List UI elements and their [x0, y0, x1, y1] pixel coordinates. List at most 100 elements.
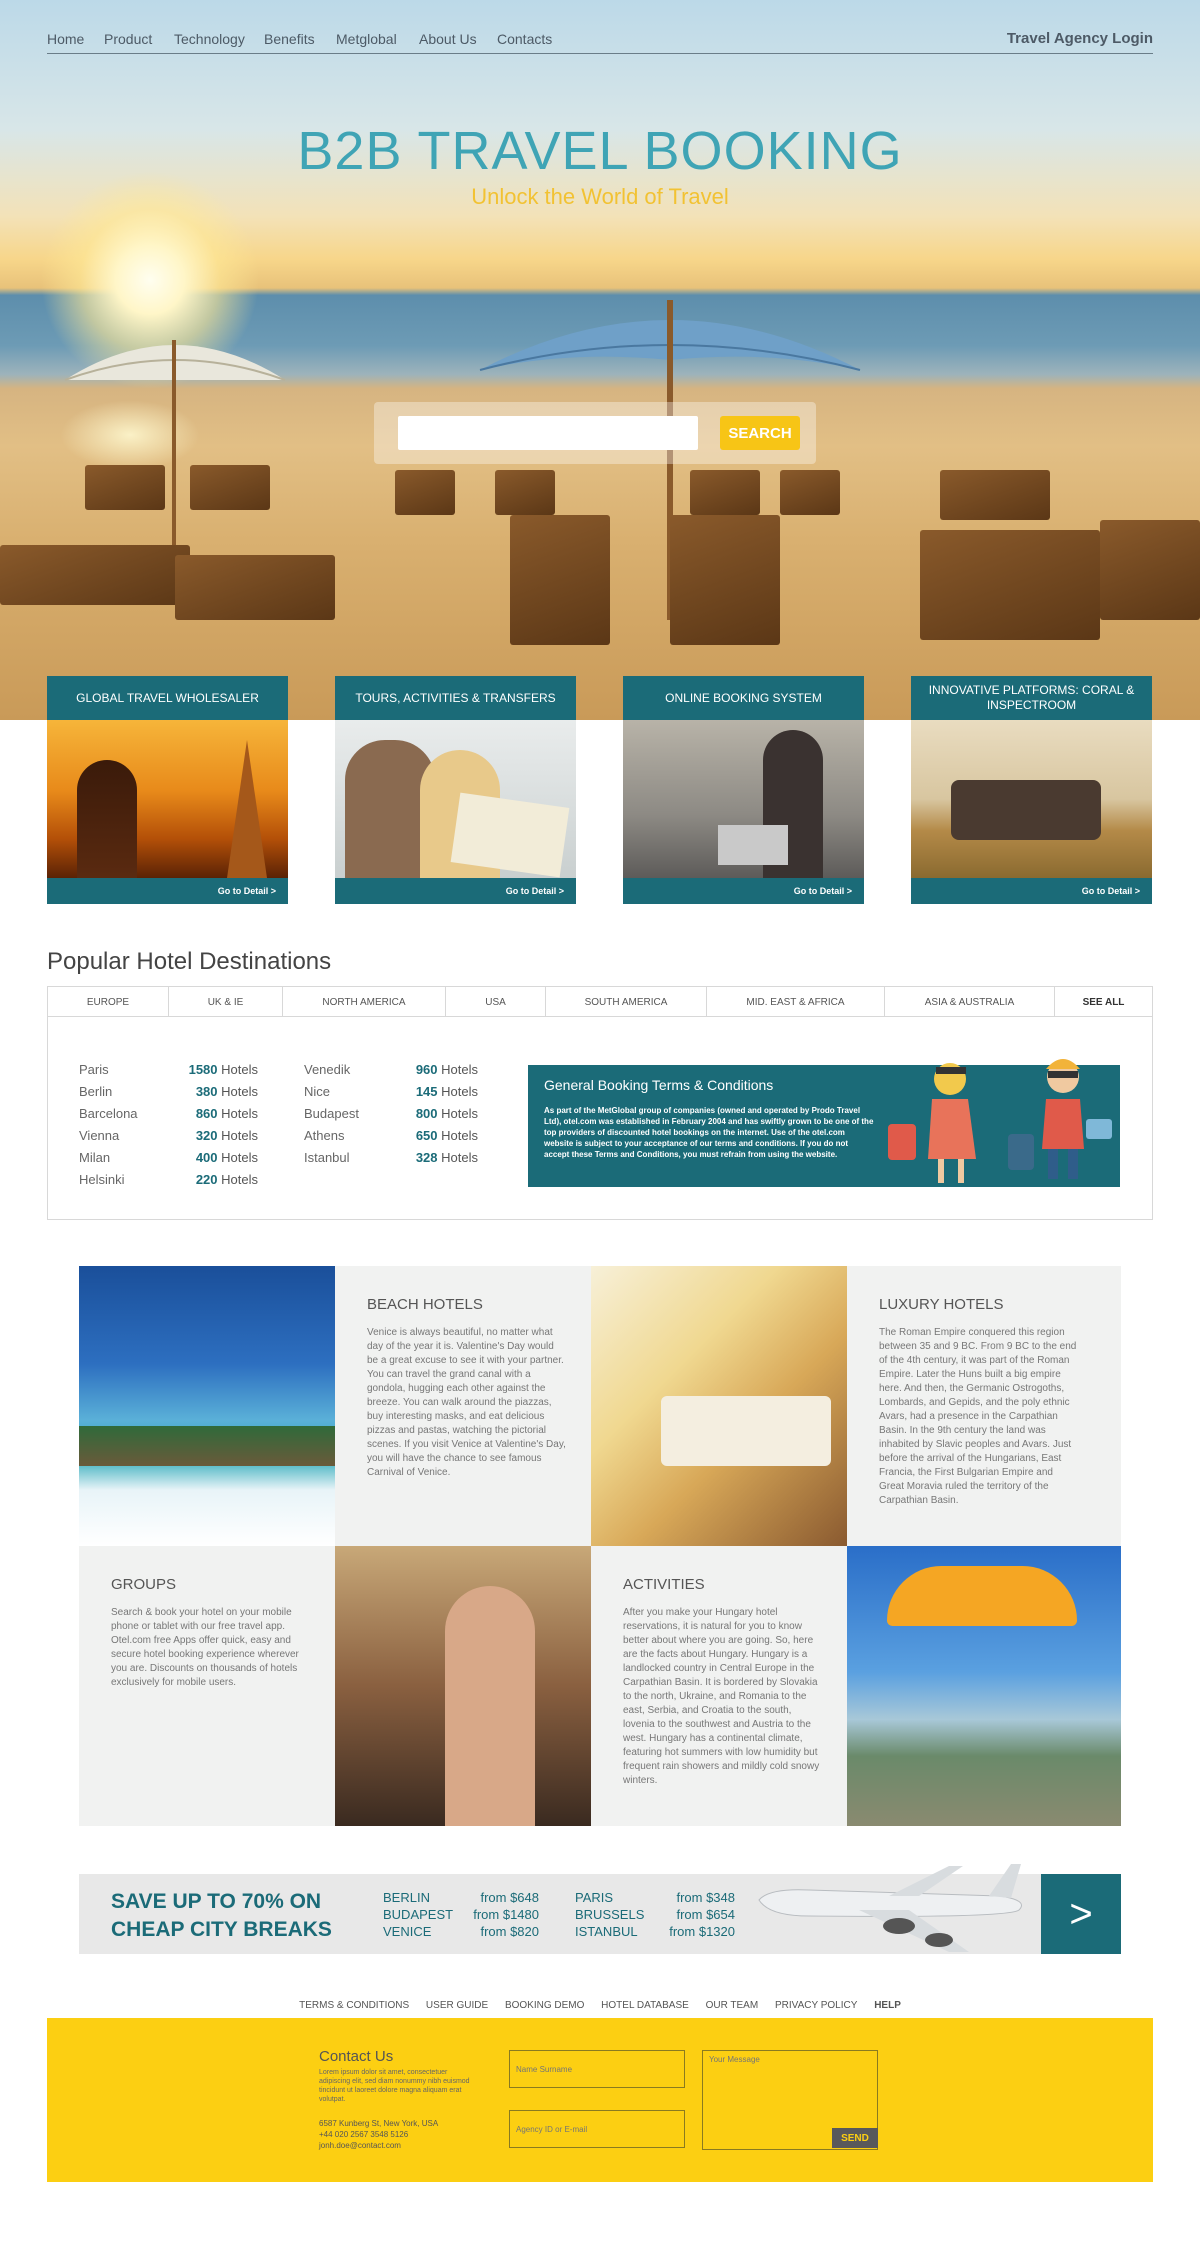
tab-mid-east-africa[interactable]: MID. EAST & AFRICA [707, 987, 885, 1017]
page: Home Product Technology Benefits Metglob… [0, 0, 1200, 2258]
name-field[interactable] [509, 2050, 685, 2088]
harvester-graphic [951, 780, 1101, 840]
nav-metglobal[interactable]: Metglobal [336, 31, 397, 47]
city-name[interactable]: Milan [79, 1147, 110, 1169]
search-input[interactable] [398, 416, 698, 450]
city-name[interactable]: Istanbul [304, 1147, 350, 1169]
send-button[interactable]: SEND [832, 2128, 878, 2148]
hotel-count: 960 Hotels [415, 1062, 478, 1077]
deal-price: from $348 [676, 1890, 735, 1905]
footer-link-help[interactable]: HELP [874, 2000, 901, 2011]
photographer-sunset-image [47, 720, 288, 878]
tab-north-america[interactable]: NORTH AMERICA [283, 987, 446, 1017]
airplane-graphic [758, 1864, 1022, 1952]
activities-panel: ACTIVITIES After you make your Hungary h… [591, 1546, 847, 1826]
island-vegetation [79, 1426, 335, 1466]
contact-section: Contact Us Lorem ipsum dolor sit amet, c… [47, 2018, 1153, 2182]
search-panel: SEARCH [374, 402, 816, 464]
city-breaks-next-button[interactable]: > [1041, 1874, 1121, 1954]
luxury-room-image [591, 1266, 847, 1546]
footer-link-booking-demo[interactable]: BOOKING DEMO [505, 2000, 584, 2011]
city-name[interactable]: Berlin [79, 1081, 112, 1103]
chevron-right-icon: > [1069, 1891, 1093, 1936]
luxury-hotels-panel: LUXURY HOTELS The Roman Empire conquered… [847, 1266, 1121, 1546]
activities-title[interactable]: ACTIVITIES [623, 1576, 705, 1593]
deal-city[interactable]: VENICE [383, 1924, 431, 1941]
groups-panel: GROUPS Search & book your hotel on your … [79, 1546, 335, 1826]
go-to-detail-link[interactable]: Go to Detail > [335, 878, 576, 904]
nav-benefits[interactable]: Benefits [264, 31, 315, 47]
man-with-laptop-image [623, 720, 864, 878]
contact-address: 6587 Kunberg St, New York, USA [319, 2119, 439, 2128]
photographer-silhouette [77, 760, 137, 878]
go-to-detail-link[interactable]: Go to Detail > [47, 878, 288, 904]
city-breaks-banner: SAVE UP TO 70% ON CHEAP CITY BREAKS BERL… [79, 1864, 1121, 1954]
service-card-tours: TOURS, ACTIVITIES & TRANSFERS Go to Deta… [335, 676, 576, 904]
hotel-count: 800 Hotels [415, 1106, 478, 1121]
contact-title: Contact Us [319, 2048, 394, 2065]
agency-id-or-email-field[interactable] [509, 2110, 685, 2148]
deal-city[interactable]: PARIS [575, 1890, 613, 1907]
city-name[interactable]: Budapest [304, 1103, 359, 1125]
contact-details: 6587 Kunberg St, New York, USA +44 020 2… [319, 2118, 499, 2151]
beach-hotels-text: Venice is always beautiful, no matter wh… [367, 1327, 566, 1478]
city-name[interactable]: Helsinki [79, 1169, 125, 1191]
harvester-field-image [911, 720, 1152, 878]
travel-agency-login-link[interactable]: Travel Agency Login [1007, 30, 1153, 47]
terms-title[interactable]: General Booking Terms & Conditions [544, 1077, 773, 1093]
search-button[interactable]: SEARCH [720, 416, 800, 450]
nav-home[interactable]: Home [47, 31, 84, 47]
go-to-detail-link[interactable]: Go to Detail > [623, 878, 864, 904]
city-name[interactable]: Venedik [304, 1059, 350, 1081]
tab-usa[interactable]: USA [446, 987, 546, 1017]
luxury-hotels-title[interactable]: LUXURY HOTELS [879, 1296, 1004, 1313]
tab-europe[interactable]: EUROPE [48, 987, 169, 1017]
tab-uk-ie[interactable]: UK & IE [169, 987, 283, 1017]
tab-asia-australia[interactable]: ASIA & AUSTRALIA [885, 987, 1055, 1017]
tab-see-all[interactable]: SEE ALL [1055, 987, 1152, 1017]
service-card-booking: ONLINE BOOKING SYSTEM Go to Detail > [623, 676, 864, 904]
beach-chair-graphic [920, 530, 1100, 640]
beach-chair-graphic [190, 465, 270, 510]
beach-hotels-title[interactable]: BEACH HOTELS [367, 1296, 483, 1313]
nav-product[interactable]: Product [104, 31, 152, 47]
terms-text: As part of the MetGlobal group of compan… [544, 1106, 874, 1159]
travelers-illustration [888, 1059, 1112, 1183]
go-to-detail-link[interactable]: Go to Detail > [911, 878, 1152, 904]
deal-city[interactable]: ISTANBUL [575, 1924, 638, 1941]
booking-terms-banner: General Booking Terms & Conditions As pa… [528, 1059, 1120, 1187]
groups-text: Search & book your hotel on your mobile … [111, 1607, 299, 1688]
popular-destinations-panel: EUROPE UK & IE NORTH AMERICA USA SOUTH A… [47, 986, 1153, 1220]
deal-price: from $654 [676, 1907, 735, 1922]
city-name[interactable]: Athens [304, 1125, 344, 1147]
footer-link-user-guide[interactable]: USER GUIDE [426, 2000, 488, 2011]
tab-south-america[interactable]: SOUTH AMERICA [546, 987, 707, 1017]
hotel-count: 860 Hotels [195, 1106, 258, 1121]
footer-link-hotel-database[interactable]: HOTEL DATABASE [601, 2000, 689, 2011]
paraglider-wing [887, 1566, 1077, 1626]
city-name[interactable]: Barcelona [79, 1103, 138, 1125]
footer-links: TERMS & CONDITIONS USER GUIDE BOOKING DE… [0, 2000, 1200, 2011]
service-card-platforms: INNOVATIVE PLATFORMS: CORAL & INSPECTROO… [911, 676, 1152, 904]
deal-city[interactable]: BRUSSELS [575, 1907, 644, 1924]
nav-contacts[interactable]: Contacts [497, 31, 552, 47]
beach-chair-graphic [690, 470, 760, 515]
service-card-title: GLOBAL TRAVEL WHOLESALER [47, 676, 288, 720]
footer-link-terms[interactable]: TERMS & CONDITIONS [299, 2000, 409, 2011]
hero-banner: Home Product Technology Benefits Metglob… [0, 0, 1200, 720]
footer-link-privacy[interactable]: PRIVACY POLICY [775, 2000, 857, 2011]
city-name[interactable]: Nice [304, 1081, 330, 1103]
deal-city[interactable]: BERLIN [383, 1890, 430, 1907]
city-name[interactable]: Paris [79, 1059, 109, 1081]
city-name[interactable]: Vienna [79, 1125, 119, 1147]
service-card-title: TOURS, ACTIVITIES & TRANSFERS [335, 676, 576, 720]
beach-hotels-panel: BEACH HOTELS Venice is always beautiful,… [335, 1266, 591, 1546]
service-card-title: INNOVATIVE PLATFORMS: CORAL & INSPECTROO… [911, 676, 1152, 720]
footer-link-our-team[interactable]: OUR TEAM [706, 2000, 759, 2011]
nav-technology[interactable]: Technology [174, 31, 245, 47]
nav-about-us[interactable]: About Us [419, 31, 477, 47]
groups-title[interactable]: GROUPS [111, 1576, 176, 1593]
hotel-count: 320 Hotels [195, 1128, 258, 1143]
beach-chair-graphic [175, 555, 335, 620]
contact-email[interactable]: jonh.doe@contact.com [319, 2140, 499, 2151]
